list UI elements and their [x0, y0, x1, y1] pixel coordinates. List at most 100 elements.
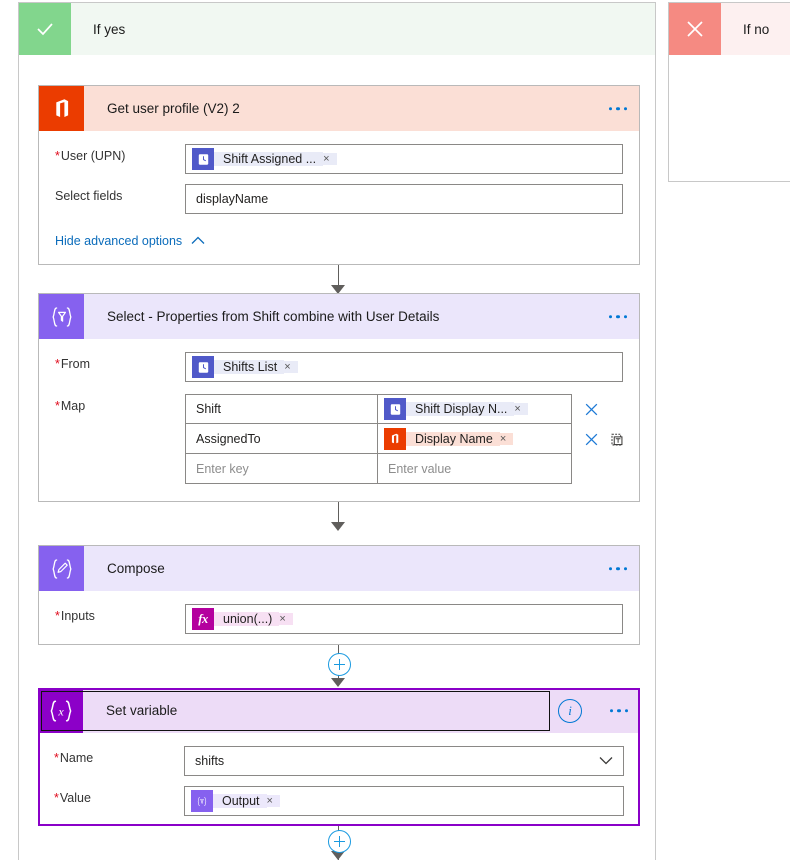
field-label-value: *Value: [54, 791, 91, 805]
branch-if-no-title: If no: [743, 21, 770, 37]
field-row-user-upn: *User (UPN) Shift Assigned ... ×: [39, 144, 639, 174]
token-display-name[interactable]: Display Name ×: [384, 427, 514, 450]
compose-icon: [39, 546, 84, 591]
field-label-name: *Name: [54, 751, 94, 765]
delete-row-icon[interactable]: [584, 402, 599, 417]
more-options-icon[interactable]: [608, 106, 627, 111]
token-remove-icon[interactable]: ×: [279, 613, 293, 625]
token-remove-icon[interactable]: ×: [514, 403, 528, 415]
map-row: Enter key Enter value: [185, 454, 624, 484]
field-row-value: *Value Output ×: [38, 786, 640, 816]
switch-to-text-mode-icon[interactable]: [609, 432, 624, 447]
token-shift-display-name[interactable]: Shift Display N... ×: [384, 398, 528, 420]
token-label: Display Name: [406, 431, 500, 446]
action-card-compose[interactable]: Compose *Inputs fx union(...) ×: [38, 545, 640, 645]
add-step-button[interactable]: [328, 653, 351, 676]
required-marker: *: [54, 751, 59, 765]
required-marker: *: [55, 357, 60, 371]
branch-if-no: If no: [668, 2, 790, 182]
action-title-set-variable: Set variable: [106, 703, 178, 718]
close-icon: [669, 3, 721, 55]
map-key-cell[interactable]: Shift: [185, 394, 378, 424]
action-body-set-variable: *Name shifts *Value Output ×: [38, 746, 640, 816]
more-options-icon[interactable]: [608, 314, 627, 319]
add-step-button[interactable]: [328, 830, 351, 853]
field-label-map: *Map: [55, 399, 86, 413]
token-label: union(...): [214, 612, 280, 626]
field-row-from: *From Shifts List ×: [39, 352, 639, 382]
map-row-actions: [584, 402, 599, 417]
field-row-inputs: *Inputs fx union(...) ×: [39, 604, 639, 634]
required-marker: *: [55, 399, 60, 413]
field-label-from: *From: [55, 357, 91, 371]
token-remove-icon[interactable]: ×: [323, 153, 337, 165]
shifts-icon: [384, 398, 406, 420]
field-input-user-upn[interactable]: Shift Assigned ... ×: [185, 144, 623, 174]
token-compose-output[interactable]: Output ×: [191, 790, 280, 812]
field-row-map: *Map Shift Shift Display N... × Assigned…: [39, 394, 639, 484]
office365-icon: [384, 427, 406, 450]
token-remove-icon[interactable]: ×: [266, 795, 280, 807]
shifts-icon: [192, 148, 214, 170]
field-input-value[interactable]: Output ×: [184, 786, 624, 816]
token-remove-icon[interactable]: ×: [284, 361, 298, 373]
action-title-compose: Compose: [107, 561, 165, 576]
action-header-compose[interactable]: Compose: [39, 546, 639, 591]
token-label: Shift Display N...: [406, 402, 515, 416]
map-value-cell[interactable]: Enter value: [378, 454, 572, 484]
action-body-get-user-profile: *User (UPN) Shift Assigned ... × Select …: [39, 144, 639, 248]
action-header-select[interactable]: Select - Properties from Shift combine w…: [39, 294, 639, 339]
map-value-placeholder: Enter value: [388, 461, 452, 476]
svg-text:x: x: [57, 704, 64, 718]
action-card-get-user-profile[interactable]: Get user profile (V2) 2 *User (UPN) Shif…: [38, 85, 640, 265]
expression-fx-icon: fx: [192, 608, 214, 630]
map-key-cell[interactable]: AssignedTo: [185, 424, 378, 454]
field-input-from[interactable]: Shifts List ×: [185, 352, 623, 382]
more-options-icon[interactable]: [608, 566, 627, 571]
token-label: Shifts List: [214, 360, 285, 374]
field-label-select-fields: Select fields: [55, 189, 123, 203]
set-variable-icon: x: [38, 688, 83, 733]
arrow-down-icon: [331, 522, 345, 531]
more-options-icon[interactable]: [609, 708, 628, 713]
token-shift-assigned-to[interactable]: Shift Assigned ... ×: [192, 148, 337, 170]
field-input-name[interactable]: shifts: [184, 746, 624, 776]
select-icon: [39, 294, 84, 339]
field-row-select-fields: Select fields displayName: [39, 184, 639, 214]
action-card-set-variable[interactable]: x Set variable i *Name shifts *Value Out…: [38, 688, 640, 826]
map-row: Shift Shift Display N... ×: [185, 394, 624, 424]
delete-row-icon[interactable]: [584, 432, 599, 447]
field-value-select-fields: displayName: [196, 192, 269, 206]
token-union-expression[interactable]: fx union(...) ×: [192, 608, 293, 630]
action-card-select[interactable]: Select - Properties from Shift combine w…: [38, 293, 640, 502]
action-header-set-variable[interactable]: x Set variable i: [38, 688, 640, 733]
info-icon[interactable]: i: [558, 698, 582, 723]
hide-advanced-options-label: Hide advanced options: [55, 234, 183, 248]
field-input-select-fields[interactable]: displayName: [185, 184, 623, 214]
map-row-actions: [584, 432, 624, 447]
map-key-placeholder: Enter key: [196, 461, 249, 476]
branch-if-no-header: If no: [669, 3, 790, 55]
token-label: Shift Assigned ...: [214, 152, 324, 166]
map-value-cell[interactable]: Display Name ×: [378, 424, 572, 454]
select-output-icon: [191, 790, 213, 812]
token-label: Output: [213, 794, 267, 808]
token-remove-icon[interactable]: ×: [499, 432, 514, 445]
action-title-select: Select - Properties from Shift combine w…: [107, 309, 440, 324]
flow-designer-canvas: If no If yes Get user profile (V2) 2 *Us…: [0, 0, 790, 860]
hide-advanced-options-link[interactable]: Hide advanced options: [39, 234, 639, 248]
action-header-get-user-profile[interactable]: Get user profile (V2) 2: [39, 86, 639, 131]
chevron-down-icon[interactable]: [599, 752, 613, 770]
branch-if-yes-header: If yes: [19, 3, 655, 55]
map-table: Shift Shift Display N... × AssignedTo Di…: [185, 394, 624, 484]
map-value-cell[interactable]: Shift Display N... ×: [378, 394, 572, 424]
map-key-value: AssignedTo: [196, 431, 261, 446]
field-value-name: shifts: [195, 754, 225, 768]
arrow-down-icon: [331, 678, 345, 687]
map-key-cell[interactable]: Enter key: [185, 454, 378, 484]
field-label-user-upn: *User (UPN): [55, 149, 126, 163]
action-title-get-user-profile: Get user profile (V2) 2: [107, 101, 240, 116]
required-marker: *: [54, 791, 59, 805]
field-input-inputs[interactable]: fx union(...) ×: [185, 604, 623, 634]
token-shifts-list[interactable]: Shifts List ×: [192, 356, 298, 378]
